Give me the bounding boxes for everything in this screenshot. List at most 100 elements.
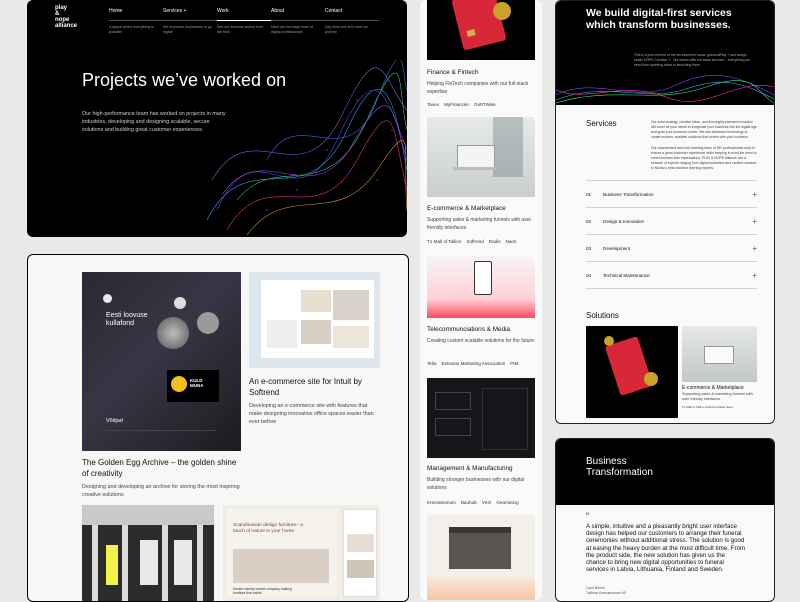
solution-ecommerce-image[interactable]	[682, 326, 757, 382]
industry-title[interactable]: Finance & Fintech	[427, 69, 479, 76]
softrend-thumbnail[interactable]	[249, 272, 380, 368]
plus-icon[interactable]: +	[752, 271, 757, 280]
logo-line: alliance	[55, 23, 78, 29]
service-row-development[interactable]: 03 Development +	[586, 234, 757, 261]
museum-building-thumbnail[interactable]	[82, 505, 214, 601]
badge-panel: KULD MUNA	[167, 370, 219, 402]
business-transformation-card: Business Transformation “ A simple, intu…	[555, 438, 775, 602]
solution-finance-image[interactable]	[586, 326, 678, 418]
service-row-technical-maintenance[interactable]: 04 Technical Maintenance +	[586, 261, 757, 289]
industry-title[interactable]: E-commerce & Marketplace	[427, 205, 506, 212]
particle-wave-graphic	[556, 75, 774, 104]
golden-egg-logo-icon	[103, 294, 112, 303]
client-tag: GetITWise	[474, 102, 496, 107]
circle-photo	[197, 312, 219, 334]
nav-desc: Meet our full stack team of digital prof…	[271, 25, 314, 34]
nav-link[interactable]: Work	[217, 8, 271, 21]
brand-logo[interactable]: play & nope alliance	[55, 5, 78, 29]
services-section-label: Services	[586, 119, 617, 128]
client-tag: Softrend	[466, 239, 484, 244]
client-tag: Radis	[488, 239, 501, 244]
industry-description: Building stronger businesses with our di…	[427, 477, 525, 491]
nav-link[interactable]: Home	[109, 8, 163, 21]
thumb-heading: Eesti loovuse kullafond	[106, 312, 148, 327]
testimonial-author: Lauri Nõmm Tallinna Krematoorium AS	[586, 586, 626, 595]
thumb-subheading: Modern family owned company making furni…	[233, 587, 292, 595]
project-title[interactable]: The Golden Egg Archive – the golden shin…	[82, 457, 242, 479]
client-tag: T1 Mall of Tallinn	[427, 239, 462, 244]
solution-description: Supporting sales & marketing funnels wit…	[682, 392, 753, 401]
nav-item-services[interactable]: Services + We empower businesses to go d…	[163, 8, 217, 35]
particle-wave-graphic	[207, 60, 407, 236]
telecom-card-image[interactable]	[427, 255, 535, 318]
architecture-card-image[interactable]	[427, 515, 535, 600]
plus-icon[interactable]: +	[752, 244, 757, 253]
thumb-subheading: Võitjad	[106, 418, 123, 424]
plus-icon[interactable]: +	[752, 217, 757, 226]
nav-item-contact[interactable]: Contact Say hello and let's start our jo…	[325, 8, 379, 35]
nav-link[interactable]: About	[271, 8, 325, 21]
service-number: 03	[586, 245, 592, 251]
industry-clients: T1 Mall of Tallinn Softrend Radis Naos	[427, 239, 539, 244]
nav-desc: Say hello and let's start our journey	[325, 25, 369, 34]
circle-photo	[157, 317, 189, 349]
nav-desc: A space where everything is possible	[109, 25, 154, 34]
badge-text: KULD MUNA	[190, 378, 204, 388]
nav-item-home[interactable]: Home A space where everything is possibl…	[109, 8, 163, 35]
service-number: 04	[586, 272, 592, 278]
furniture-site-thumbnail[interactable]: Scandinavian design furniture– a touch o…	[223, 505, 380, 601]
business-heading: Business Transformation	[586, 456, 653, 478]
service-number: 01	[586, 191, 592, 197]
industry-description: Supporting sales & marketing funnels wit…	[427, 217, 532, 231]
projects-hero-card: play & nope alliance Home A space where …	[27, 0, 407, 237]
industries-card: Finance & Fintech Helping FinTech compan…	[420, 0, 542, 600]
industry-description: Helping FinTech companies with our full-…	[427, 81, 529, 95]
thumb-heading: Scandinavian design furniture– a touch o…	[233, 523, 303, 534]
thumb-divider	[106, 430, 216, 431]
service-name: Design & Innovation	[603, 218, 645, 224]
service-row-design-innovation[interactable]: 02 Design & Innovation +	[586, 207, 757, 234]
plus-icon[interactable]: +	[752, 190, 757, 199]
nav-link[interactable]: Services +	[163, 8, 217, 21]
finance-card-image[interactable]	[427, 0, 535, 60]
nav-desc: See our success stories from the field	[217, 25, 264, 34]
nav-item-work[interactable]: Work See our success stories from the fi…	[217, 8, 271, 35]
industry-clients: Telia Estonian Marketing Association PIM	[427, 361, 539, 366]
quote-mark-icon: “	[586, 511, 589, 521]
manufacturing-card-image[interactable]	[427, 378, 535, 458]
services-card: We build digital-first services which tr…	[555, 0, 775, 424]
client-tag: Telia	[427, 361, 437, 366]
project-grid-card: Eesti loovuse kullafond KULD MUNA Võitja…	[27, 254, 409, 602]
solutions-section-label: Solutions	[586, 311, 619, 320]
service-row-business-transformation[interactable]: 01 Business Transformation +	[586, 180, 757, 207]
client-tag: Bauhub	[460, 500, 477, 505]
project-title[interactable]: An e-commerce site for Intuit by Softren…	[249, 376, 379, 398]
industry-description: Creating custom scalable solutions for t…	[427, 338, 534, 344]
solution-clients: T1 Mall of Tallinn Softrend Radis Naos	[682, 405, 733, 409]
industry-clients: Tavex MyFinancier GetITWise	[427, 102, 539, 107]
client-tag: Estonian Marketing Association	[441, 361, 506, 366]
circle-photo	[174, 297, 186, 309]
heading-line: Transformation	[586, 467, 653, 478]
industry-title[interactable]: Telecommunciations & Media	[427, 326, 510, 333]
industry-title[interactable]: Management & Manufacturing	[427, 465, 513, 472]
service-name: Business Transformation	[603, 191, 654, 197]
nav-desc: We empower businesses to go digital	[163, 25, 213, 34]
industry-clients: Krematoorium Bauhub VKG Geomining	[427, 500, 539, 505]
client-tag: Tavex	[427, 102, 439, 107]
client-tag: PIM	[510, 361, 519, 366]
service-name: Development	[603, 245, 631, 251]
service-number: 02	[586, 218, 592, 224]
nav-item-about[interactable]: About Meet our full stack team of digita…	[271, 8, 325, 35]
services-heading: We build digital-first services which tr…	[586, 7, 732, 31]
services-intro: This is a joint venture of the developme…	[634, 53, 750, 67]
golden-egg-thumbnail[interactable]: Eesti loovuse kullafond KULD MUNA Võitja…	[82, 272, 241, 451]
testimonial-quote: A simple, intuitive and a pleasantly bri…	[586, 523, 746, 574]
solution-title[interactable]: E-commerce & Marketplace	[682, 385, 744, 391]
nav-link[interactable]: Contact	[325, 8, 379, 21]
ecommerce-card-image[interactable]	[427, 117, 535, 197]
client-tag: Naos	[505, 239, 517, 244]
client-tag: Krematoorium	[427, 500, 456, 505]
services-description: Our experienced and ever-learning team o…	[651, 146, 757, 170]
services-header: We build digital-first services which tr…	[556, 1, 774, 105]
